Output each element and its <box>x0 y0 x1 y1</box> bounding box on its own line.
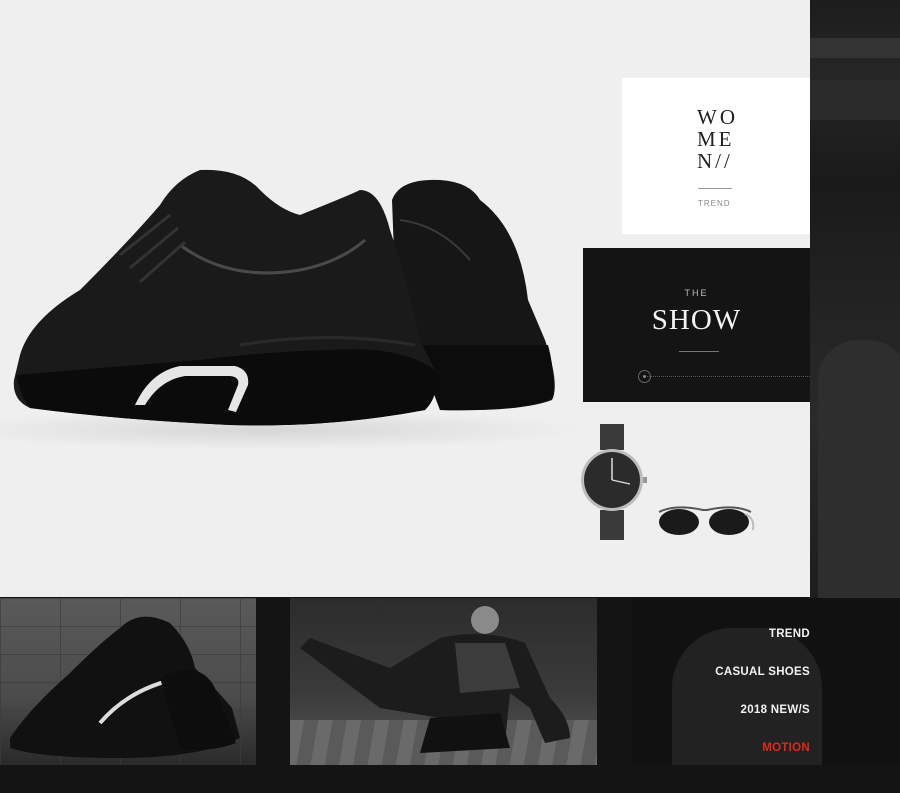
thumb-sneaker-on-brick[interactable] <box>0 598 256 765</box>
sunglasses-icon <box>658 506 755 535</box>
the-show-card[interactable]: THE SHOW <box>583 248 810 402</box>
dotted-line <box>647 376 810 377</box>
nav-item-trend[interactable]: TREND <box>715 626 810 664</box>
strip-man-silhouette <box>818 340 900 600</box>
strip-window <box>810 38 900 58</box>
women-trend-card[interactable]: WO ME N// TREND <box>622 78 810 234</box>
nav-item-motion[interactable]: MOTION <box>715 740 810 778</box>
show-divider <box>679 351 719 352</box>
women-title-line: N// <box>697 149 733 173</box>
show-eyebrow: THE <box>684 288 709 298</box>
strip-railing <box>810 80 900 120</box>
women-divider <box>698 188 732 189</box>
man-crouching-image <box>300 606 570 753</box>
sneakers-image <box>13 169 555 426</box>
women-subtitle: TREND <box>698 199 731 208</box>
page: WO ME N// TREND THE SHOW TREND CASUAL SH… <box>0 0 900 793</box>
right-photo-strip <box>810 0 900 600</box>
watch-icon <box>581 424 647 540</box>
category-nav: TREND CASUAL SHOES 2018 NEW/S MOTION <box>715 626 810 778</box>
nav-item-2018-news[interactable]: 2018 NEW/S <box>715 702 810 740</box>
show-title: SHOW <box>651 304 742 336</box>
hero-banner: WO ME N// TREND THE SHOW <box>0 0 810 597</box>
women-title: WO ME N// <box>697 106 757 172</box>
nav-item-casual-shoes[interactable]: CASUAL SHOES <box>715 664 810 702</box>
women-title-line: WO <box>697 105 738 129</box>
thumb-man-crouching[interactable] <box>290 598 597 765</box>
sneaker-image <box>10 616 240 758</box>
women-title-line: ME <box>697 127 735 151</box>
